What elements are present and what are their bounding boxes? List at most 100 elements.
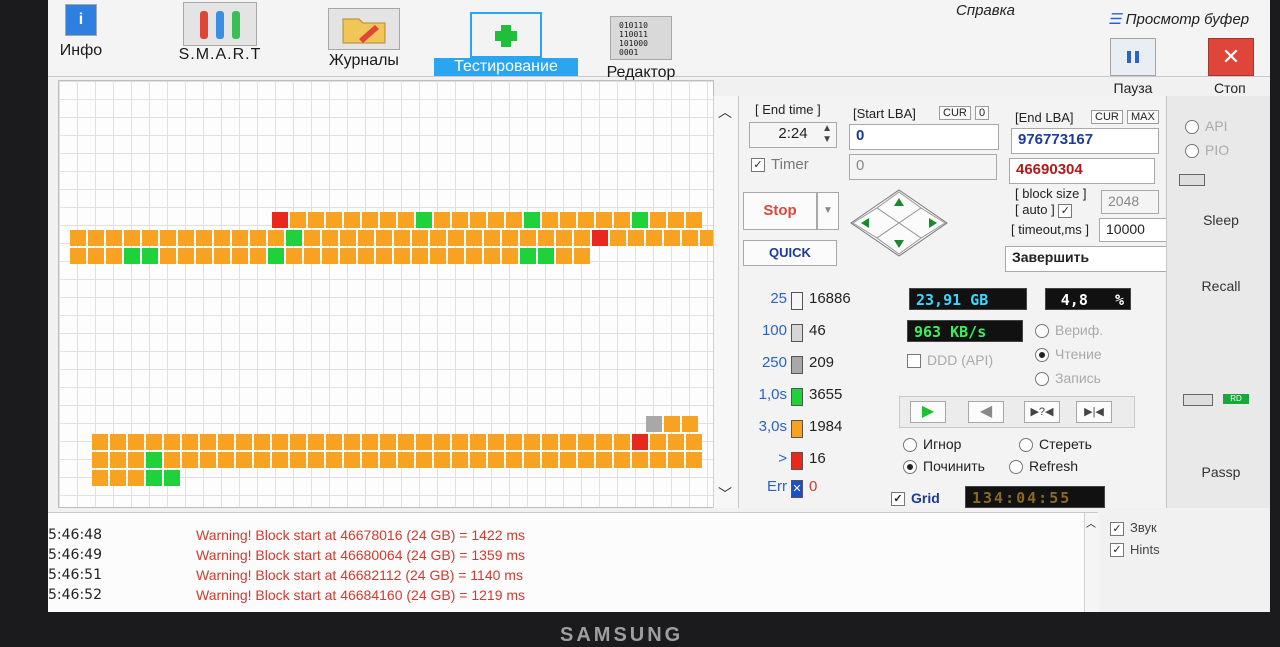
chevron-down-icon[interactable]: ﹀	[718, 484, 732, 504]
smart-label: S.M.A.R.T	[178, 46, 262, 63]
legend-swatch	[791, 452, 803, 470]
end-lba-input[interactable]: 976773167	[1011, 128, 1159, 154]
block-size-select[interactable]: 2048	[1101, 190, 1159, 214]
block-cell	[164, 470, 180, 486]
repair-radio[interactable]: Починить	[903, 458, 985, 475]
start-lba-cur-button[interactable]: CUR	[939, 106, 971, 120]
log-panel: 5:46:48 Warning! Block start at 46678016 …	[48, 512, 1099, 612]
refresh-radio[interactable]: Refresh	[1009, 458, 1078, 475]
block-cell	[466, 248, 482, 264]
block-cell	[574, 230, 590, 246]
verify-radio[interactable]: Вериф.	[1035, 322, 1103, 339]
grid-checkbox[interactable]: ✓ Grid	[891, 490, 940, 507]
block-cell	[250, 248, 266, 264]
chevron-up-icon[interactable]: ︿	[1086, 515, 1096, 530]
play-icon[interactable]: ▶	[910, 401, 946, 423]
pio-radio[interactable]: PIO	[1185, 142, 1229, 159]
ddd-api-checkbox[interactable]: DDD (API)	[907, 352, 993, 369]
block-size-label: [ block size ]	[1015, 186, 1087, 201]
to-end-icon[interactable]: ▶|◀	[1076, 401, 1112, 423]
timer-checkbox[interactable]: ✓ Timer	[751, 156, 809, 173]
auto-checkbox[interactable]: [ auto ] ✓	[1015, 202, 1078, 218]
close-icon: ✕	[1208, 38, 1254, 76]
spin-icon[interactable]: ▲ ▼	[822, 123, 832, 145]
block-cell	[268, 230, 284, 246]
editor-tab[interactable]: 010110 110011 101000 0001 Редактор	[596, 0, 686, 81]
block-cell	[488, 212, 504, 228]
help-menu[interactable]: Справка	[956, 2, 1015, 19]
playback-controls: ▶ ◀ ▶?◀ ▶|◀	[899, 396, 1135, 428]
block-cell	[128, 470, 144, 486]
block-cell	[290, 212, 306, 228]
stop-button[interactable]: Stop	[743, 192, 817, 230]
erase-radio[interactable]: Стереть	[1019, 436, 1092, 453]
testing-label: Тестирование	[434, 58, 578, 76]
end-lba-cur-button[interactable]: CUR	[1091, 110, 1123, 124]
block-cell	[308, 212, 324, 228]
hints-checkbox[interactable]: ✓ Hints	[1110, 542, 1230, 558]
block-cell	[560, 212, 576, 228]
testing-icon	[470, 12, 542, 58]
legend-row: 1,0s 3655	[739, 386, 905, 410]
block-cell	[542, 212, 558, 228]
smart-tab[interactable]: S.M.A.R.T	[170, 0, 270, 76]
api-radio[interactable]: API	[1185, 118, 1228, 135]
block-cell	[682, 416, 698, 432]
block-cell	[106, 248, 122, 264]
block-cell	[470, 212, 486, 228]
info-tab[interactable]: i Инфо	[48, 0, 114, 76]
check-icon: ✓	[891, 492, 905, 507]
log-scrollbar[interactable]: ︿	[1084, 513, 1099, 612]
legend-swatch	[791, 324, 803, 342]
block-cell	[430, 248, 446, 264]
pause-label: Пауза	[1113, 80, 1153, 96]
sound-checkbox[interactable]: ✓ Звук	[1110, 520, 1230, 536]
block-cell	[268, 248, 284, 264]
block-cell	[542, 434, 558, 450]
stop-top-button[interactable]: ✕ Стоп	[1208, 38, 1270, 96]
direction-pad[interactable]	[849, 188, 949, 258]
percent-display: 4,8 %	[1045, 288, 1131, 310]
write-radio[interactable]: Запись	[1035, 370, 1101, 387]
stop-dropdown-icon[interactable]: ▼	[817, 192, 839, 230]
pause-button[interactable]: Пауза	[1103, 38, 1163, 96]
quick-button[interactable]: QUICK	[743, 240, 837, 266]
block-cell	[592, 230, 608, 246]
sleep-button[interactable]: Sleep	[1183, 212, 1259, 228]
block-cell	[344, 212, 360, 228]
block-cell	[326, 212, 342, 228]
legend-swatch	[791, 388, 803, 406]
block-cell	[362, 212, 378, 228]
block-cell	[92, 470, 108, 486]
block-cell	[160, 248, 176, 264]
chevron-up-icon[interactable]: ︿	[718, 102, 732, 122]
block-cell	[142, 230, 158, 246]
end-time-label: [ End time ]	[755, 102, 821, 117]
rd-indicator: RD	[1223, 394, 1249, 404]
end-lba-max-button[interactable]: MAX	[1127, 110, 1159, 124]
block-cell	[322, 230, 338, 246]
ignore-radio[interactable]: Игнор	[903, 436, 961, 453]
skip-icon[interactable]: ▶?◀	[1024, 401, 1060, 423]
journals-tab[interactable]: Журналы	[314, 0, 414, 76]
recall-button[interactable]: Recall	[1183, 278, 1259, 294]
read-radio[interactable]: Чтение	[1035, 346, 1102, 363]
view-buffer-menu[interactable]: ☰ Просмотр буфер	[1108, 10, 1249, 28]
block-cell	[92, 434, 108, 450]
block-cell	[254, 434, 270, 450]
block-cell	[650, 434, 666, 450]
finish-action-select[interactable]: Завершить▼	[1005, 246, 1187, 272]
block-cell	[394, 248, 410, 264]
start-lba-zero-button[interactable]: 0	[975, 106, 990, 120]
start-lba-input[interactable]: 0	[849, 124, 999, 150]
map-scrollbar[interactable]: ︿ ﹀	[713, 96, 738, 508]
reverse-icon[interactable]: ◀	[968, 401, 1004, 423]
testing-tab[interactable]: Тестирование	[434, 0, 578, 76]
block-cell	[578, 212, 594, 228]
end-time-input[interactable]: 2:24 ▲ ▼	[749, 122, 837, 148]
passport-button[interactable]: Passp	[1183, 464, 1259, 480]
block-cell	[556, 248, 572, 264]
indicator-icon	[1179, 174, 1205, 186]
block-cell	[466, 230, 482, 246]
legend-row: 25 16886	[739, 290, 905, 314]
